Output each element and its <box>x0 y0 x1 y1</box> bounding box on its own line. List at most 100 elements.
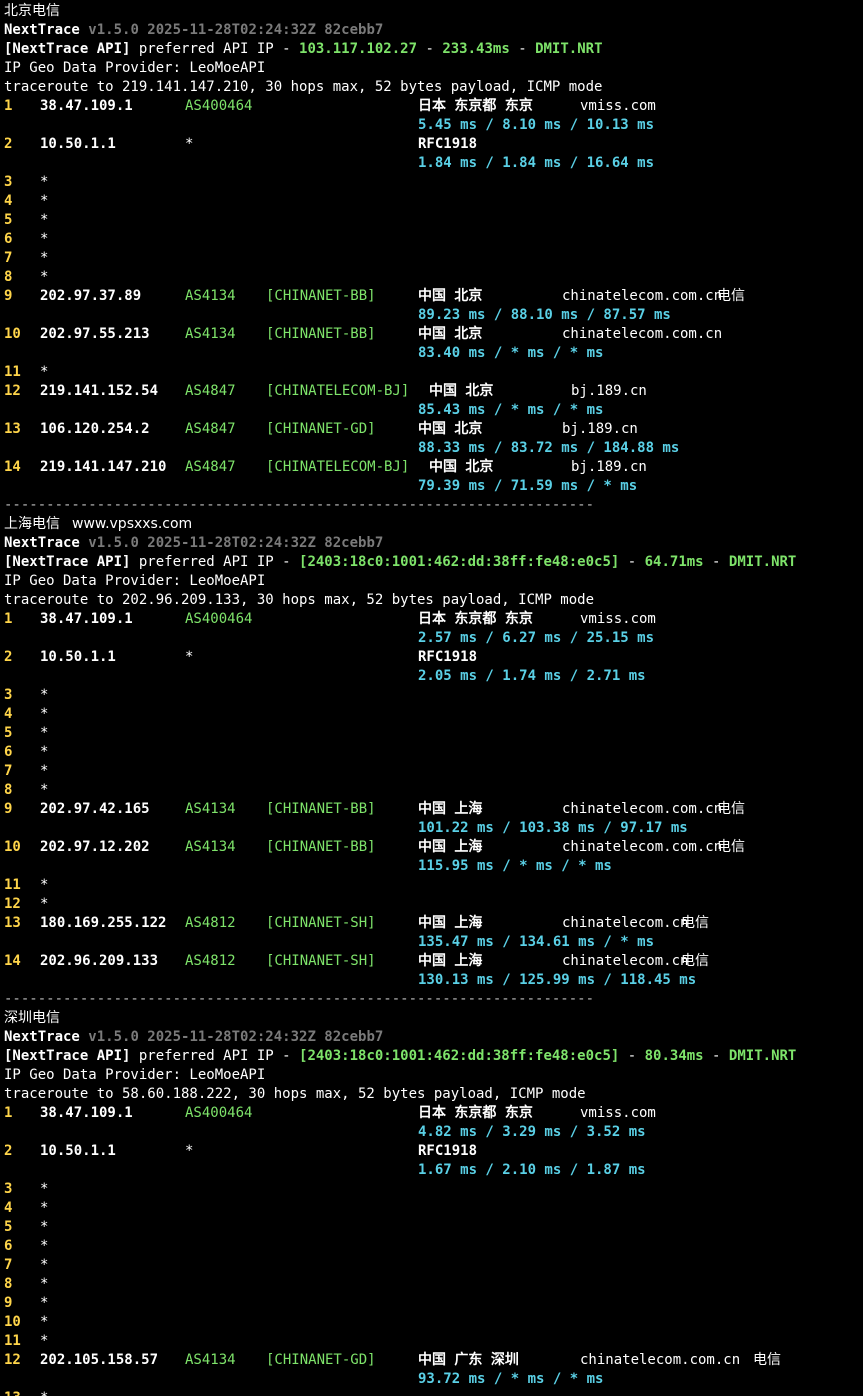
hop-number: 6 <box>4 744 13 760</box>
api-line: [NextTrace API] preferred API IP - [2403… <box>4 553 796 572</box>
hop-number: 1 <box>4 98 13 114</box>
section-separator: ----------------------------------------… <box>4 991 595 1007</box>
traceroute-header: traceroute to 202.96.209.133, 30 hops ma… <box>4 592 595 608</box>
geo-provider-line: IP Geo Data Provider: LeoMoeAPI <box>4 1066 265 1085</box>
hop-number: 3 <box>4 174 13 190</box>
app-version: v1.5.0 2025-11-28T02:24:32Z 82cebb7 <box>88 22 384 38</box>
hop-isp: 电信 <box>717 288 745 304</box>
hop-rtt: 79.39 ms / 71.59 ms / * ms <box>418 478 638 494</box>
hop-asn: AS4134 <box>185 1352 236 1368</box>
hop-hostname: chinatelecom.cn <box>562 953 689 969</box>
hop-number: 4 <box>4 193 13 209</box>
hop-isp: 电信 <box>753 1352 781 1368</box>
hop-number: 10 <box>4 326 21 342</box>
hop-ip: 219.141.152.54 <box>40 383 159 399</box>
hop-number: 1 <box>4 611 13 627</box>
hop-rtt: 93.72 ms / * ms / * ms <box>418 1371 604 1387</box>
hop-asn: * <box>185 136 194 152</box>
api-line: [NextTrace API] preferred API IP - [2403… <box>4 1047 796 1066</box>
hop-asn: AS400464 <box>185 98 253 114</box>
hop-number: 12 <box>4 1352 21 1368</box>
api-node: DMIT.NRT <box>728 1048 797 1064</box>
api-dash: - <box>703 1048 729 1064</box>
hop-number: 12 <box>4 383 21 399</box>
hop-ip: 202.97.55.213 <box>40 326 150 342</box>
hop-asn: AS4134 <box>185 839 236 855</box>
section-title-text: 深圳电信 <box>4 1010 60 1026</box>
hop-number: 2 <box>4 649 13 665</box>
api-ip: 103.117.102.27 <box>299 41 418 57</box>
hop-ip: * <box>40 896 49 912</box>
hop-asn: AS400464 <box>185 611 253 627</box>
hop-ip: 202.96.209.133 <box>40 953 159 969</box>
hop-ip: * <box>40 1238 49 1254</box>
hop-rtt: 115.95 ms / * ms / * ms <box>418 858 612 874</box>
hop-asn: * <box>185 1143 194 1159</box>
hop-number: 13 <box>4 421 21 437</box>
hop-number: 10 <box>4 839 21 855</box>
hop-number: 2 <box>4 1143 13 1159</box>
hop-asn: AS400464 <box>185 1105 253 1121</box>
hop-hostname: bj.189.cn <box>571 383 647 399</box>
hop-geo: 中国 北京 <box>418 421 483 437</box>
api-dash: - <box>509 41 536 57</box>
hop-geo: 中国 广东 深圳 <box>418 1352 519 1368</box>
hop-geo: 日本 东京都 东京 <box>418 611 533 627</box>
hop-asn: AS4847 <box>185 421 236 437</box>
hop-ip: * <box>40 706 49 722</box>
hop-ip: 180.169.255.122 <box>40 915 167 931</box>
hop-ip: * <box>40 269 49 285</box>
hop-geo: RFC1918 <box>418 136 478 152</box>
api-dash: - <box>619 554 645 570</box>
geo-provider: IP Geo Data Provider: LeoMoeAPI <box>4 573 266 589</box>
hop-ip: * <box>40 1389 48 1396</box>
hop-hostname: chinatelecom.com.cn <box>562 801 723 817</box>
app-name: NextTrace <box>4 1029 80 1045</box>
hop-geo: 日本 东京都 东京 <box>418 98 533 114</box>
hop-number: 9 <box>4 801 13 817</box>
hop-ip: 10.50.1.1 <box>40 649 116 665</box>
hop-geo: 中国 上海 <box>418 953 483 969</box>
hop-ip: 202.97.37.89 <box>40 288 142 304</box>
hop-as-tag: [CHINANET-BB] <box>266 326 376 342</box>
traceroute-line: traceroute to 58.60.188.222, 30 hops max… <box>4 1085 586 1104</box>
hop-hostname: bj.189.cn <box>562 421 638 437</box>
hop-number: 6 <box>4 231 13 247</box>
hop-geo: 日本 东京都 东京 <box>418 1105 533 1121</box>
hop-ip: 38.47.109.1 <box>40 1105 133 1121</box>
hop-number: 7 <box>4 1257 13 1273</box>
app-name: NextTrace <box>4 22 80 38</box>
hop-number: 7 <box>4 250 13 266</box>
hop-isp: 电信 <box>717 801 745 817</box>
hop-number: 9 <box>4 288 13 304</box>
hop-number: 5 <box>4 725 13 741</box>
hop-number: 14 <box>4 953 21 969</box>
hop-as-tag: [CHINANET-BB] <box>266 288 376 304</box>
hop-ip: * <box>40 1219 49 1235</box>
app-version-line: NextTrace v1.5.0 2025-11-28T02:24:32Z 82… <box>4 1028 383 1047</box>
traceroute-line: traceroute to 202.96.209.133, 30 hops ma… <box>4 591 594 610</box>
section-title-text: 北京电信 <box>4 3 60 19</box>
hop-number: 1 <box>4 1105 13 1121</box>
section-title: 深圳电信 <box>4 1009 60 1028</box>
hop-geo: 中国 北京 <box>418 326 483 342</box>
hop-ip: * <box>40 687 49 703</box>
hop-rtt: 5.45 ms / 8.10 ms / 10.13 ms <box>418 117 655 133</box>
hop-ip: * <box>40 212 49 228</box>
hop-as-tag: [CHINANET-SH] <box>266 953 376 969</box>
hop-ip: * <box>40 725 49 741</box>
traceroute-header: traceroute to 58.60.188.222, 30 hops max… <box>4 1086 586 1102</box>
hop-hostname: vmiss.com <box>580 611 656 627</box>
hop-ip: * <box>40 193 49 209</box>
hop-ip: * <box>40 1181 49 1197</box>
hop-geo: 中国 北京 <box>429 459 494 475</box>
geo-provider: IP Geo Data Provider: LeoMoeAPI <box>4 60 266 76</box>
hop-hostname: chinatelecom.com.cn <box>562 326 723 342</box>
api-ip: [2403:18c0:1001:462:dd:38ff:fe48:e0c5] <box>299 1048 620 1064</box>
traceroute-line: traceroute to 219.141.147.210, 30 hops m… <box>4 78 602 97</box>
site-watermark: www.vpsxxs.com <box>72 516 193 532</box>
geo-provider-line: IP Geo Data Provider: LeoMoeAPI <box>4 572 265 591</box>
hop-geo: 中国 北京 <box>429 383 494 399</box>
hop-ip: * <box>40 250 49 266</box>
api-node: DMIT.NRT <box>535 41 603 57</box>
